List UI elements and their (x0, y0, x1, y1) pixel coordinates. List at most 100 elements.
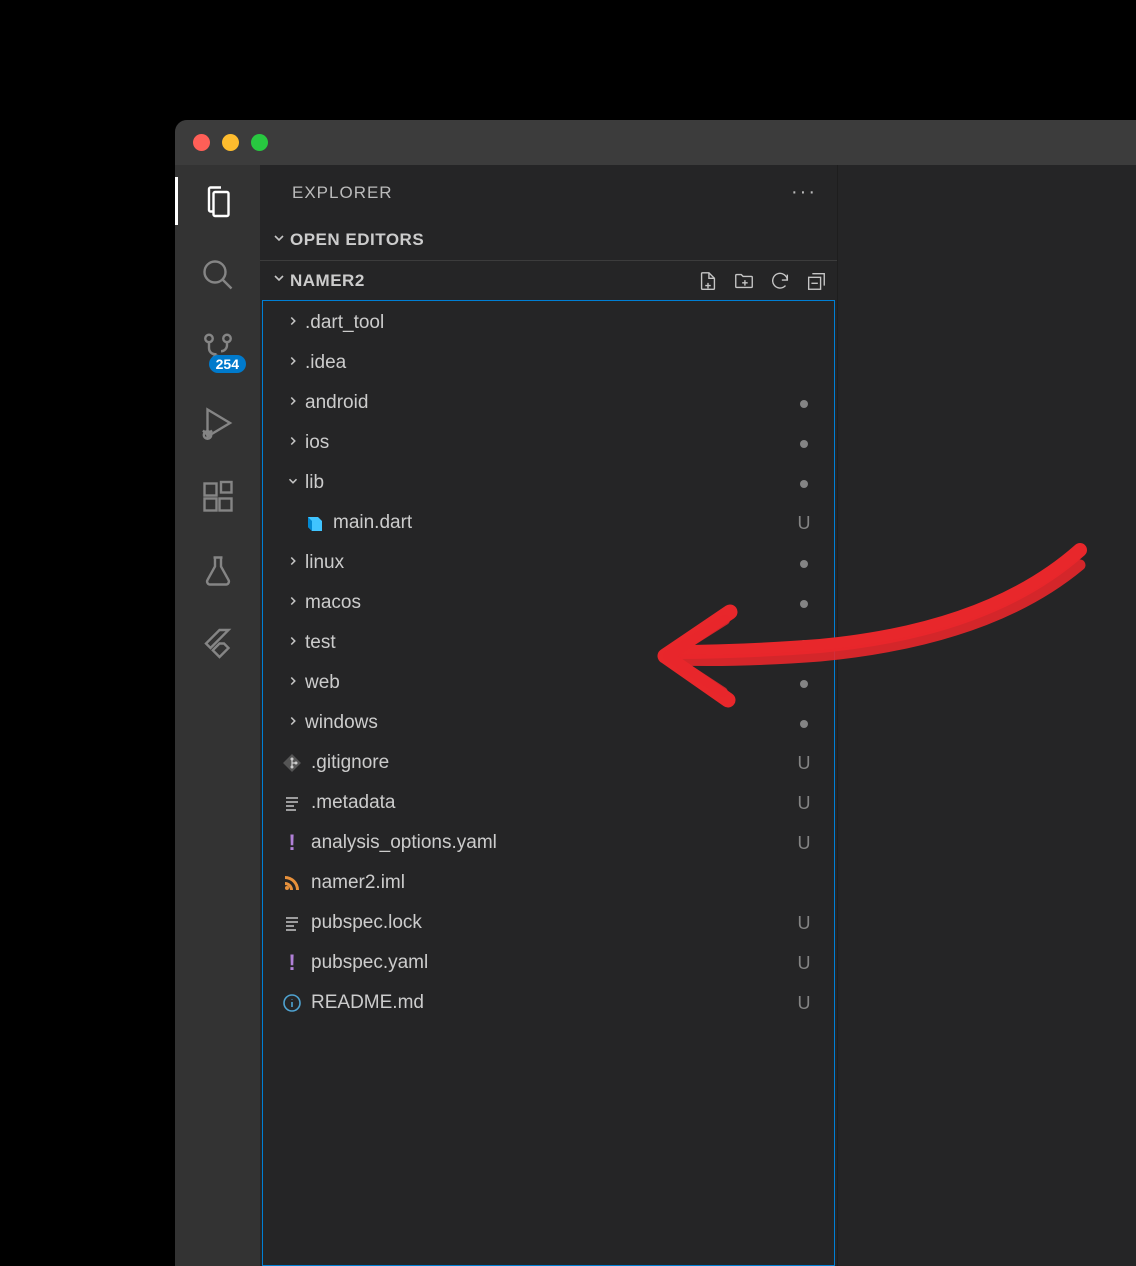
activity-bar: 254 (175, 165, 260, 1266)
chevron-right-icon (281, 354, 305, 373)
git-icon (281, 752, 303, 774)
refresh-icon[interactable] (769, 270, 791, 292)
chevron-right-icon (281, 314, 305, 333)
tree-file[interactable]: !analysis_options.yamlU (263, 823, 834, 863)
chevron-down-icon (268, 270, 290, 291)
activity-testing[interactable] (175, 553, 260, 589)
activity-scm[interactable]: 254 (175, 331, 260, 367)
collapse-all-icon[interactable] (805, 270, 827, 292)
tree-item-label: macos (305, 592, 792, 614)
chevron-right-icon (281, 714, 305, 733)
git-status (792, 553, 816, 574)
folder-name: NAMER2 (290, 271, 365, 291)
chevron-right-icon (281, 434, 305, 453)
window-minimize-button[interactable] (222, 134, 239, 151)
activity-search[interactable] (175, 257, 260, 293)
tree-item-label: main.dart (333, 512, 792, 534)
git-status: U (792, 753, 816, 774)
editor-area (838, 165, 1136, 1266)
flutter-icon (200, 627, 236, 663)
git-status: U (792, 793, 816, 814)
info-icon (281, 992, 303, 1014)
tree-folder[interactable]: web (263, 663, 834, 703)
new-file-icon[interactable] (697, 270, 719, 292)
tree-item-label: namer2.iml (311, 872, 792, 894)
tree-folder[interactable]: ios (263, 423, 834, 463)
lines-icon (281, 912, 303, 934)
tree-folder[interactable]: test (263, 623, 834, 663)
tree-item-label: pubspec.yaml (311, 952, 792, 974)
tree-item-label: .metadata (311, 792, 792, 814)
git-status (792, 633, 816, 654)
tree-folder[interactable]: android (263, 383, 834, 423)
new-folder-icon[interactable] (733, 270, 755, 292)
chevron-right-icon (281, 394, 305, 413)
vscode-window: 254 EXPLORER ··· (175, 120, 1136, 1266)
explorer-more-actions[interactable]: ··· (791, 181, 817, 204)
tree-folder[interactable]: .idea (263, 343, 834, 383)
beaker-icon (200, 553, 236, 589)
dart-icon (303, 512, 325, 534)
tree-file[interactable]: .gitignoreU (263, 743, 834, 783)
tree-file[interactable]: README.mdU (263, 983, 834, 1023)
git-status (792, 473, 816, 494)
exclaim-icon: ! (281, 952, 303, 974)
git-status: U (792, 913, 816, 934)
folder-actions (697, 270, 827, 292)
lines-icon (281, 792, 303, 814)
tree-folder[interactable]: lib (263, 463, 834, 503)
git-status: U (792, 953, 816, 974)
git-status: U (792, 833, 816, 854)
explorer-header: EXPLORER ··· (260, 165, 837, 220)
tree-file[interactable]: .metadataU (263, 783, 834, 823)
files-icon (200, 183, 236, 219)
titlebar (175, 120, 1136, 165)
tree-item-label: ios (305, 432, 792, 454)
tree-item-label: .idea (305, 352, 792, 374)
tree-item-label: README.md (311, 992, 792, 1014)
run-debug-icon (200, 405, 236, 441)
activity-flutter[interactable] (175, 627, 260, 663)
tree-folder[interactable]: .dart_tool (263, 303, 834, 343)
tree-item-label: .dart_tool (305, 312, 792, 334)
tree-item-label: android (305, 392, 792, 414)
tree-item-label: web (305, 672, 792, 694)
git-status (792, 393, 816, 414)
window-close-button[interactable] (193, 134, 210, 151)
tree-item-label: pubspec.lock (311, 912, 792, 934)
workspace-folder-header[interactable]: NAMER2 (260, 260, 837, 300)
tree-item-label: lib (305, 472, 792, 494)
tree-item-label: windows (305, 712, 792, 734)
chevron-right-icon (281, 554, 305, 573)
tree-file[interactable]: main.dartU (263, 503, 834, 543)
git-status (792, 593, 816, 614)
git-status (792, 673, 816, 694)
git-status: U (792, 513, 816, 534)
rss-icon (281, 872, 303, 894)
tree-item-label: linux (305, 552, 792, 574)
chevron-down-icon (268, 230, 290, 251)
tree-folder[interactable]: macos (263, 583, 834, 623)
tree-file[interactable]: pubspec.lockU (263, 903, 834, 943)
scm-badge: 254 (209, 355, 246, 373)
extensions-icon (200, 479, 236, 515)
activity-debug[interactable] (175, 405, 260, 441)
tree-file[interactable]: namer2.iml (263, 863, 834, 903)
chevron-right-icon (281, 594, 305, 613)
git-status: U (792, 993, 816, 1014)
activity-explorer[interactable] (175, 183, 260, 219)
open-editors-section[interactable]: Open Editors (260, 220, 837, 260)
activity-extensions[interactable] (175, 479, 260, 515)
chevron-down-icon (281, 474, 305, 493)
tree-item-label: .gitignore (311, 752, 792, 774)
tree-item-label: test (305, 632, 792, 654)
tree-item-label: analysis_options.yaml (311, 832, 792, 854)
chevron-right-icon (281, 634, 305, 653)
tree-file[interactable]: ! pubspec.yamlU (263, 943, 834, 983)
search-icon (200, 257, 236, 293)
tree-folder[interactable]: linux (263, 543, 834, 583)
tree-folder[interactable]: windows (263, 703, 834, 743)
window-zoom-button[interactable] (251, 134, 268, 151)
chevron-right-icon (281, 674, 305, 693)
git-status (792, 433, 816, 454)
